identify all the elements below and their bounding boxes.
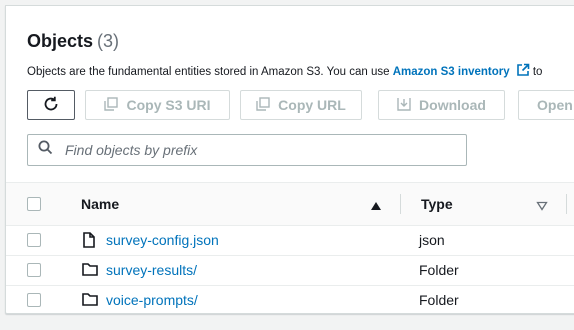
file-icon — [82, 232, 96, 253]
object-type: Folder — [419, 262, 459, 278]
download-icon — [397, 97, 411, 114]
select-all-checkbox[interactable] — [27, 197, 41, 211]
copy-s3-uri-label: Copy S3 URI — [126, 97, 211, 113]
objects-panel: Objects (3) Objects are the fundamental e… — [5, 5, 574, 314]
objects-description: Objects are the fundamental entities sto… — [27, 63, 542, 80]
open-label: Open — [537, 97, 573, 113]
row-checkbox[interactable] — [27, 263, 41, 277]
copy-icon — [256, 96, 270, 114]
search-field[interactable] — [27, 134, 467, 166]
objects-heading: Objects (3) — [27, 31, 119, 52]
table-header: Name Type — [6, 182, 574, 226]
column-divider[interactable] — [566, 194, 567, 214]
external-link-icon[interactable] — [516, 63, 530, 80]
row-checkbox[interactable] — [27, 233, 41, 247]
folder-icon — [82, 262, 98, 281]
description-text: Objects are the fundamental entities sto… — [27, 66, 390, 78]
copy-url-label: Copy URL — [278, 97, 346, 113]
sort-ascending-icon[interactable] — [370, 198, 382, 216]
copy-url-button[interactable]: Copy URL — [240, 90, 362, 120]
refresh-icon — [42, 95, 60, 116]
download-label: Download — [419, 97, 486, 113]
copy-icon — [104, 96, 119, 114]
object-name-link[interactable]: voice-prompts/ — [106, 292, 198, 308]
copy-s3-uri-button[interactable]: Copy S3 URI — [85, 90, 230, 120]
column-name[interactable]: Name — [81, 196, 119, 212]
object-type: json — [419, 232, 445, 248]
open-button[interactable]: Open — [518, 90, 574, 120]
column-divider[interactable] — [400, 194, 401, 214]
table-row: survey-results/ Folder — [6, 255, 574, 286]
objects-count: (3) — [97, 31, 120, 51]
row-checkbox[interactable] — [27, 293, 41, 307]
table-row: survey-config.json json — [6, 225, 574, 256]
search-input[interactable] — [63, 141, 447, 159]
object-name-link[interactable]: survey-config.json — [106, 232, 219, 248]
objects-title: Objects — [27, 31, 94, 51]
description-tail: to — [532, 66, 543, 78]
refresh-button[interactable] — [27, 90, 75, 120]
table-row: voice-prompts/ Folder — [6, 285, 574, 313]
download-button[interactable]: Download — [378, 90, 505, 120]
folder-icon — [82, 292, 98, 311]
column-type[interactable]: Type — [421, 196, 453, 212]
object-type: Folder — [419, 292, 459, 308]
inventory-link[interactable]: Amazon S3 inventory — [393, 66, 510, 78]
object-name-link[interactable]: survey-results/ — [106, 262, 197, 278]
search-icon — [38, 140, 53, 160]
sort-descending-icon[interactable] — [536, 198, 548, 216]
